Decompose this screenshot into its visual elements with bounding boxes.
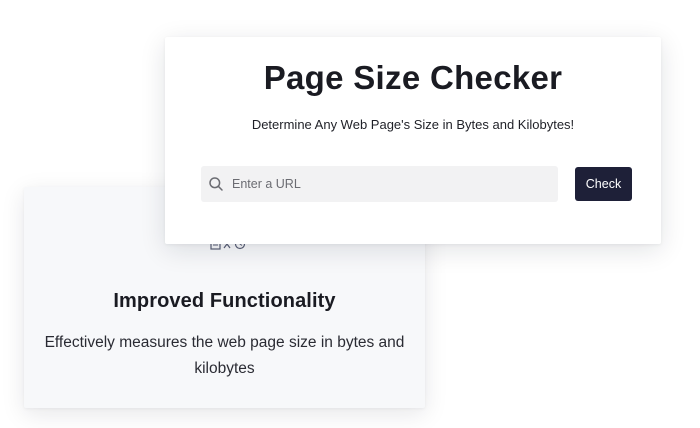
url-input[interactable] [232, 166, 558, 202]
feature-title: Improved Functionality [113, 290, 336, 312]
search-icon [209, 177, 223, 191]
feature-description: Effectively measures the web page size i… [44, 334, 405, 377]
page-size-checker-card: Page Size Checker Determine Any Web Page… [165, 37, 661, 244]
page-subtitle: Determine Any Web Page's Size in Bytes a… [251, 117, 575, 132]
url-search-box[interactable] [201, 166, 558, 202]
page: Improved Functionality Effectively measu… [0, 0, 700, 428]
page-title: Page Size Checker [263, 59, 563, 96]
check-button[interactable]: Check [575, 167, 632, 201]
